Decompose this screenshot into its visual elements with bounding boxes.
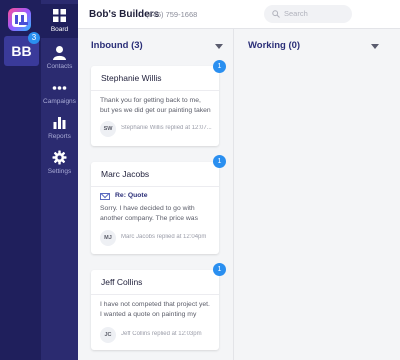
card-divider [91,294,219,295]
account-badge: 3 [28,32,40,44]
top-bar: Bob's Builders (646) 759-1668 Search [78,0,400,29]
app-logo-icon[interactable] [8,8,31,31]
message-preview: I have not competed that project yet. I … [100,301,210,318]
gear-icon [52,150,67,165]
search-input[interactable]: Search [264,5,352,23]
message-preview: Thank you for getting back to me, but ye… [100,97,211,114]
search-placeholder: Search [284,9,308,18]
chevron-down-icon[interactable] [371,44,379,49]
lead-card[interactable]: Stephanie Willis Thank you for getting b… [91,66,219,146]
mail-icon [100,193,110,200]
nav-item-contacts[interactable]: Contacts [41,41,78,75]
account-rail: BB 3 [0,0,41,360]
reply-meta: Stephanie Willis replied at 12:07... [121,125,212,131]
reply-meta: Marc Jacobs replied at 12:04pm [121,234,207,240]
nav-item-settings[interactable]: Settings [41,146,78,180]
lead-name: Stephanie Willis [101,73,162,83]
reply-meta: Jeff Collins replied at 12:03pm [121,331,202,337]
search-icon [272,10,280,18]
card-divider [91,90,219,91]
nav-label-board: Board [50,26,69,33]
main-nav: Board Contacts Campaigns Reports Setting… [41,0,78,360]
lead-name: Jeff Collins [101,277,143,287]
column-title-working: Working (0) [248,40,301,51]
lead-card[interactable]: Jeff Collins I have not competed that pr… [91,270,219,350]
message-preview: Sorry. I have decided to go with another… [100,205,198,222]
company-phone[interactable]: (646) 759-1668 [146,10,197,19]
column-title-inbound: Inbound (3) [91,40,143,51]
dots-icon [52,86,67,90]
card-divider [91,186,219,187]
person-icon [53,46,66,60]
avatar: SW [100,121,116,137]
lead-card[interactable]: Marc Jacobs Re: Quote Sorry. I have deci… [91,162,219,254]
nav-label-reports: Reports [48,133,71,140]
unread-badge: 1 [213,60,226,73]
avatar: JC [100,327,116,343]
nav-item-campaigns[interactable]: Campaigns [41,76,78,110]
avatar: MJ [100,230,116,246]
nav-label-contacts: Contacts [46,63,73,70]
nav-label-settings: Settings [47,168,72,175]
nav-item-reports[interactable]: Reports [41,111,78,145]
unread-badge: 1 [213,263,226,276]
grid-icon [53,9,66,22]
unread-badge: 1 [213,155,226,168]
nav-label-campaigns: Campaigns [43,98,76,105]
column-inbound: Inbound (3) Stephanie Willis Thank you f… [78,29,234,360]
lead-name: Marc Jacobs [101,169,150,179]
bar-chart-icon [53,117,66,129]
nav-item-board[interactable]: Board [41,4,78,38]
chevron-down-icon[interactable] [215,44,223,49]
column-working: Working (0) [235,29,400,360]
